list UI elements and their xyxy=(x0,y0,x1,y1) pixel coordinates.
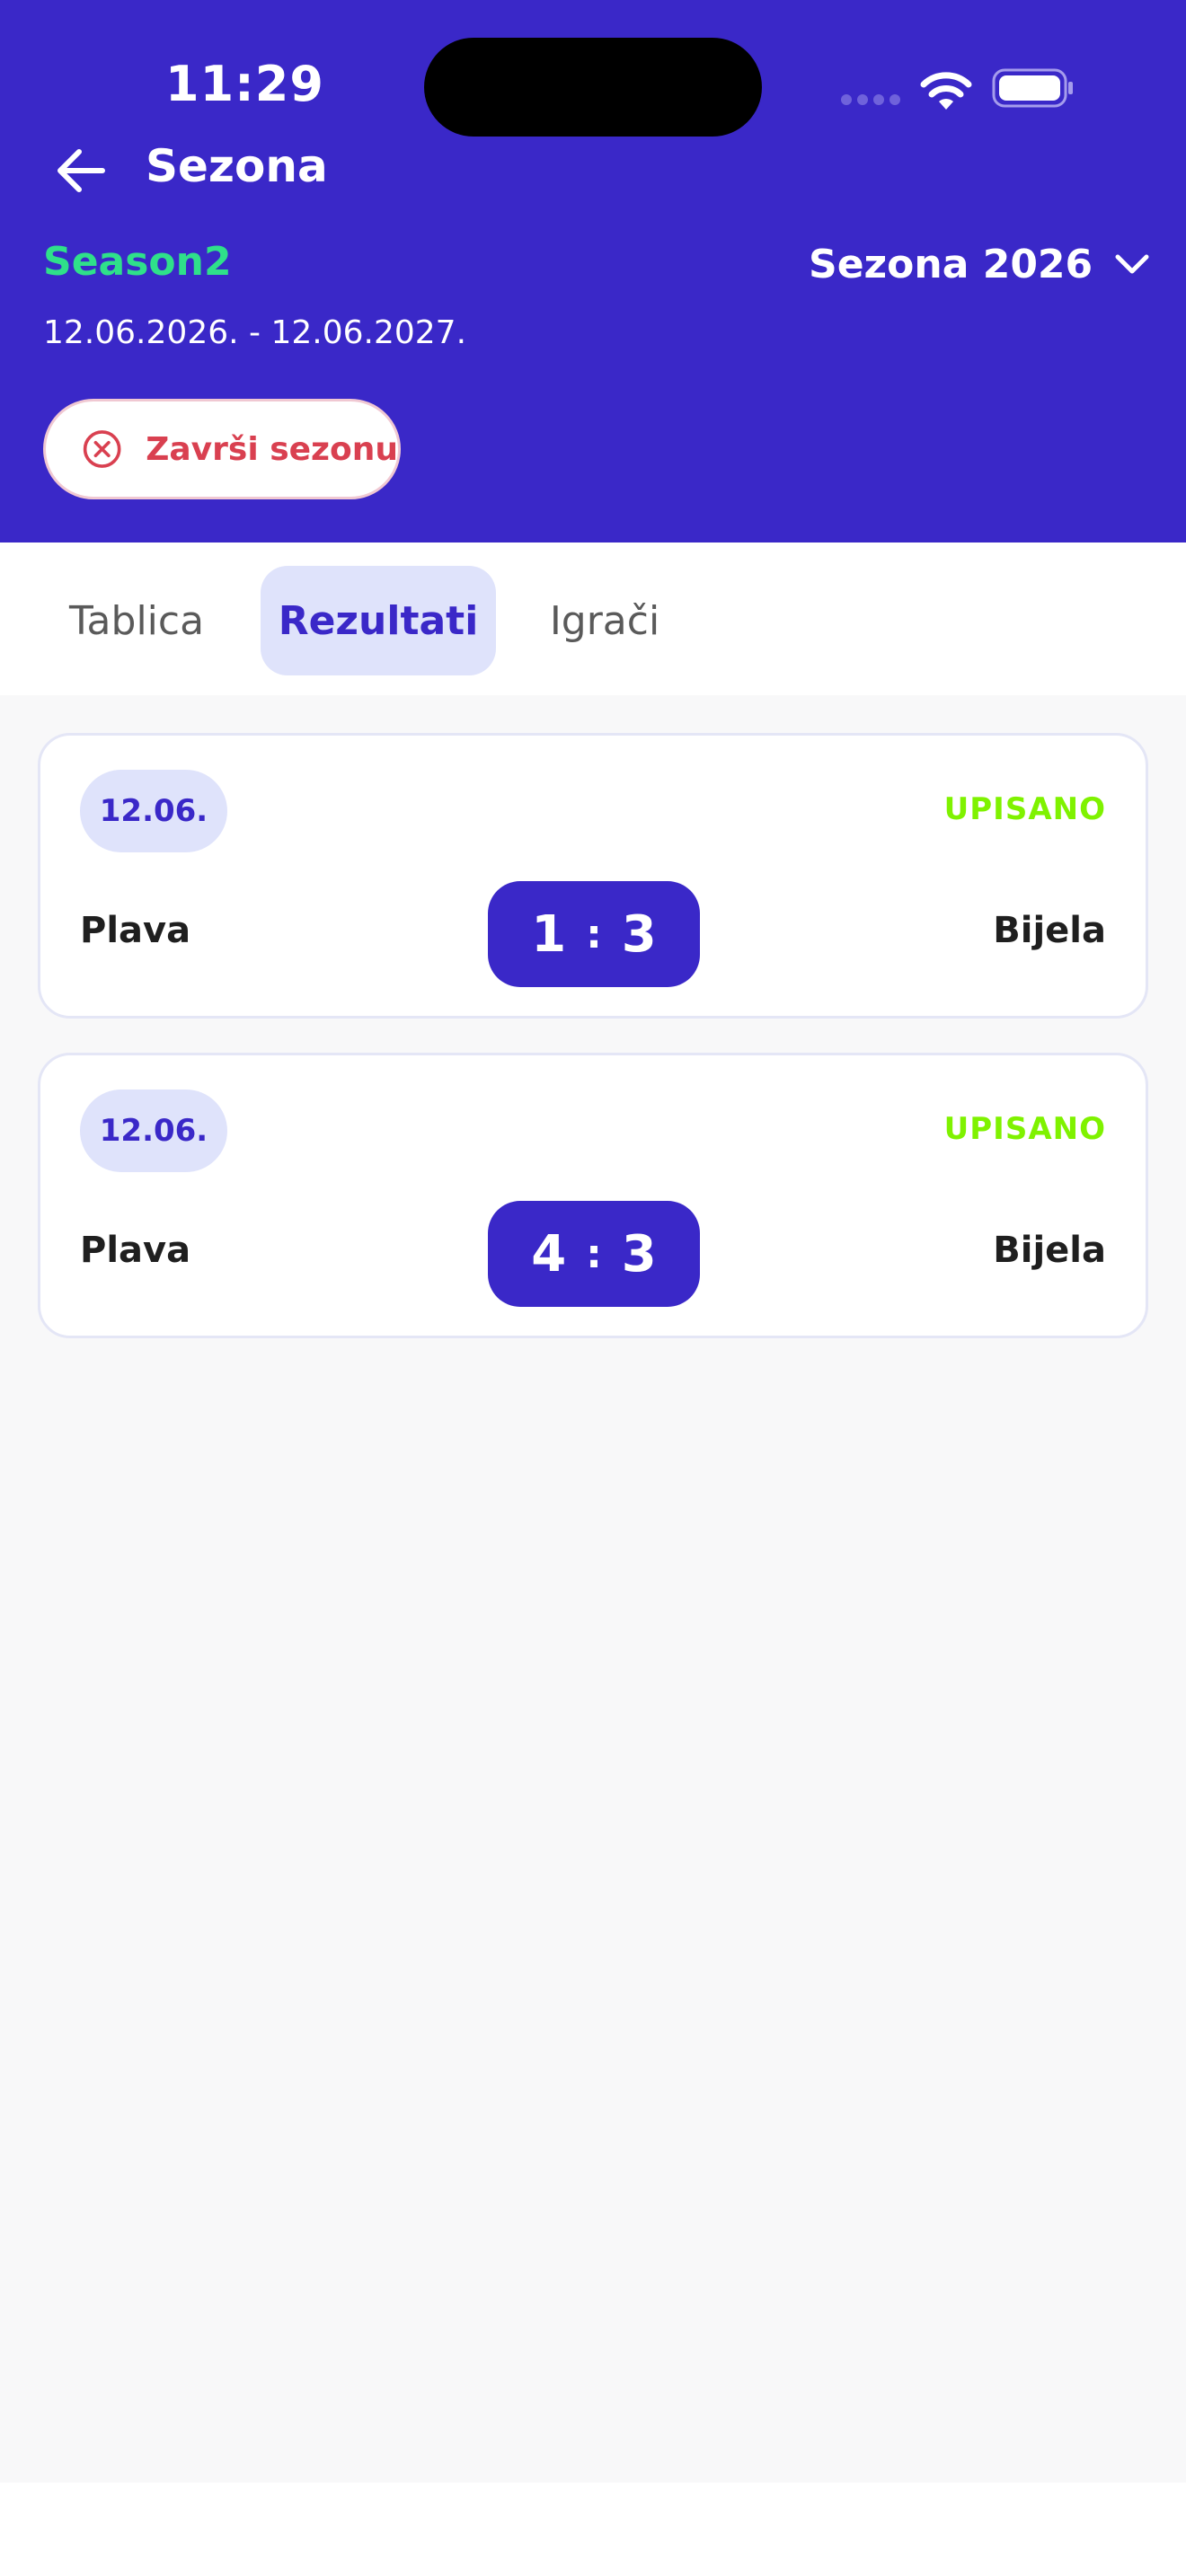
match-status: UPISANO xyxy=(943,1111,1106,1147)
arrow-left-icon xyxy=(58,149,105,192)
season-selector-label: Sezona 2026 xyxy=(809,241,1093,287)
tab-results[interactable]: Rezultati xyxy=(261,566,496,675)
close-circle-icon xyxy=(83,430,121,468)
score-separator: : xyxy=(586,1231,602,1277)
end-season-label: Završi sezonu xyxy=(146,430,398,468)
status-time: 11:29 xyxy=(165,56,324,112)
home-team: Plava xyxy=(80,910,191,951)
match-date: 12.06. xyxy=(80,770,227,852)
season-name: Season2 xyxy=(43,239,232,285)
status-bar: 11:29 xyxy=(0,0,1186,144)
wifi-icon xyxy=(920,72,972,110)
away-team: Bijela xyxy=(993,910,1106,951)
cellular-signal-icon xyxy=(841,94,900,105)
tab-bar: Tablica Rezultati Igrači xyxy=(0,543,1186,695)
match-status: UPISANO xyxy=(943,791,1106,827)
back-button[interactable] xyxy=(50,140,111,201)
score-separator: : xyxy=(586,911,602,957)
away-team: Bijela xyxy=(993,1230,1106,1271)
match-score: 4 : 3 xyxy=(488,1201,700,1307)
match-card[interactable]: 12.06. UPISANO Plava 4 : 3 Bijela xyxy=(38,1053,1148,1338)
match-date: 12.06. xyxy=(80,1090,227,1172)
season-header: 11:29 Sezona Season2 Sezona 2026 12.06.2… xyxy=(0,0,1186,543)
match-score: 1 : 3 xyxy=(488,881,700,987)
results-list: 12.06. UPISANO Plava 1 : 3 Bijela 12.06.… xyxy=(0,695,1186,2483)
nav-bar: Sezona xyxy=(0,135,1186,207)
dynamic-island xyxy=(424,38,762,137)
season-date-range: 12.06.2026. - 12.06.2027. xyxy=(43,314,467,351)
end-season-button[interactable]: Završi sezonu xyxy=(43,399,401,499)
season-selector[interactable]: Sezona 2026 xyxy=(809,235,1150,293)
page-title: Sezona xyxy=(146,140,328,192)
home-team: Plava xyxy=(80,1230,191,1271)
chevron-down-icon xyxy=(1115,254,1149,274)
away-score: 3 xyxy=(621,1224,657,1284)
battery-icon xyxy=(992,68,1073,108)
away-score: 3 xyxy=(621,904,657,964)
match-card[interactable]: 12.06. UPISANO Plava 1 : 3 Bijela xyxy=(38,733,1148,1019)
bottom-safe-area xyxy=(0,2483,1186,2576)
home-score: 1 xyxy=(531,904,567,964)
tab-players[interactable]: Igrači xyxy=(519,566,690,675)
tab-table[interactable]: Tablica xyxy=(40,566,234,675)
home-score: 4 xyxy=(531,1224,567,1284)
